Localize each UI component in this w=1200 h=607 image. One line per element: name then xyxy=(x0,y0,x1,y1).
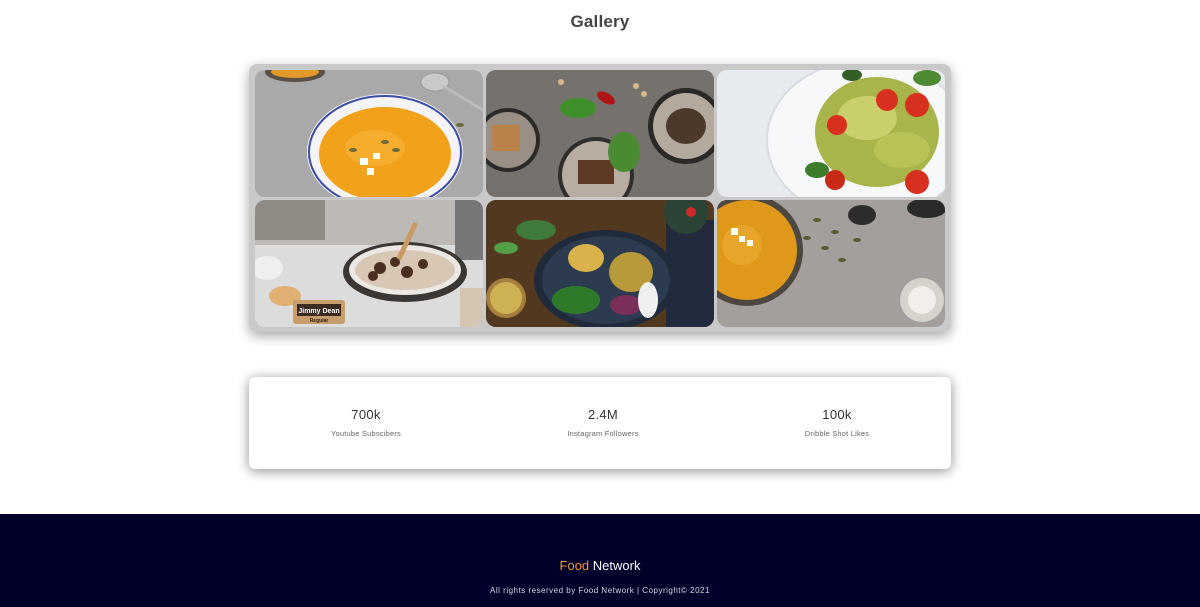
stat-dribbble: 100k Dribble Shot Likes xyxy=(720,407,954,438)
stat-value: 100k xyxy=(822,407,852,422)
gallery-image-soup-seeds[interactable] xyxy=(717,200,945,327)
jimmy-dean-label: Jimmy Dean xyxy=(298,308,339,315)
gallery-frame: Jimmy Dean Regular xyxy=(249,64,951,332)
footer-brand[interactable]: Food Network xyxy=(0,558,1200,573)
pasta-salad-image xyxy=(717,70,945,197)
stat-value: 2.4M xyxy=(587,407,619,422)
gallery-grid: Jimmy Dean Regular xyxy=(255,70,945,327)
stat-label: Youtube Subscibers xyxy=(330,429,402,438)
stats-card: 700k Youtube Subscibers 2.4M Instagram F… xyxy=(249,377,951,469)
gallery-image-sausage-skillet[interactable]: Jimmy Dean Regular xyxy=(255,200,483,327)
footer-brand-accent: Food xyxy=(559,558,590,573)
pumpkin-soup-image xyxy=(255,70,483,197)
gallery-image-buddha-bowl[interactable] xyxy=(486,200,714,327)
gallery-title: Gallery xyxy=(570,12,630,31)
gallery-image-pumpkin-soup[interactable] xyxy=(255,70,483,197)
steak-plates-image xyxy=(486,70,714,197)
stat-instagram: 2.4M Instagram Followers xyxy=(486,407,720,438)
stat-label: Instagram Followers xyxy=(567,429,639,438)
gallery-image-pasta-salad[interactable] xyxy=(717,70,945,197)
stat-label: Dribble Shot Likes xyxy=(804,429,870,438)
sausage-skillet-image: Jimmy Dean Regular xyxy=(255,200,483,327)
footer: Food Network All rights reserved by Food… xyxy=(0,514,1200,607)
stat-youtube: 700k Youtube Subscibers xyxy=(249,407,483,438)
footer-brand-rest: Network xyxy=(589,558,641,573)
svg-text:Regular: Regular xyxy=(310,318,329,324)
soup-seeds-image xyxy=(717,200,945,327)
gallery-image-steak-plates[interactable] xyxy=(486,70,714,197)
buddha-bowl-image xyxy=(486,200,714,327)
footer-copyright: All rights reserved by Food Network | Co… xyxy=(490,586,710,595)
stat-value: 700k xyxy=(351,407,381,422)
